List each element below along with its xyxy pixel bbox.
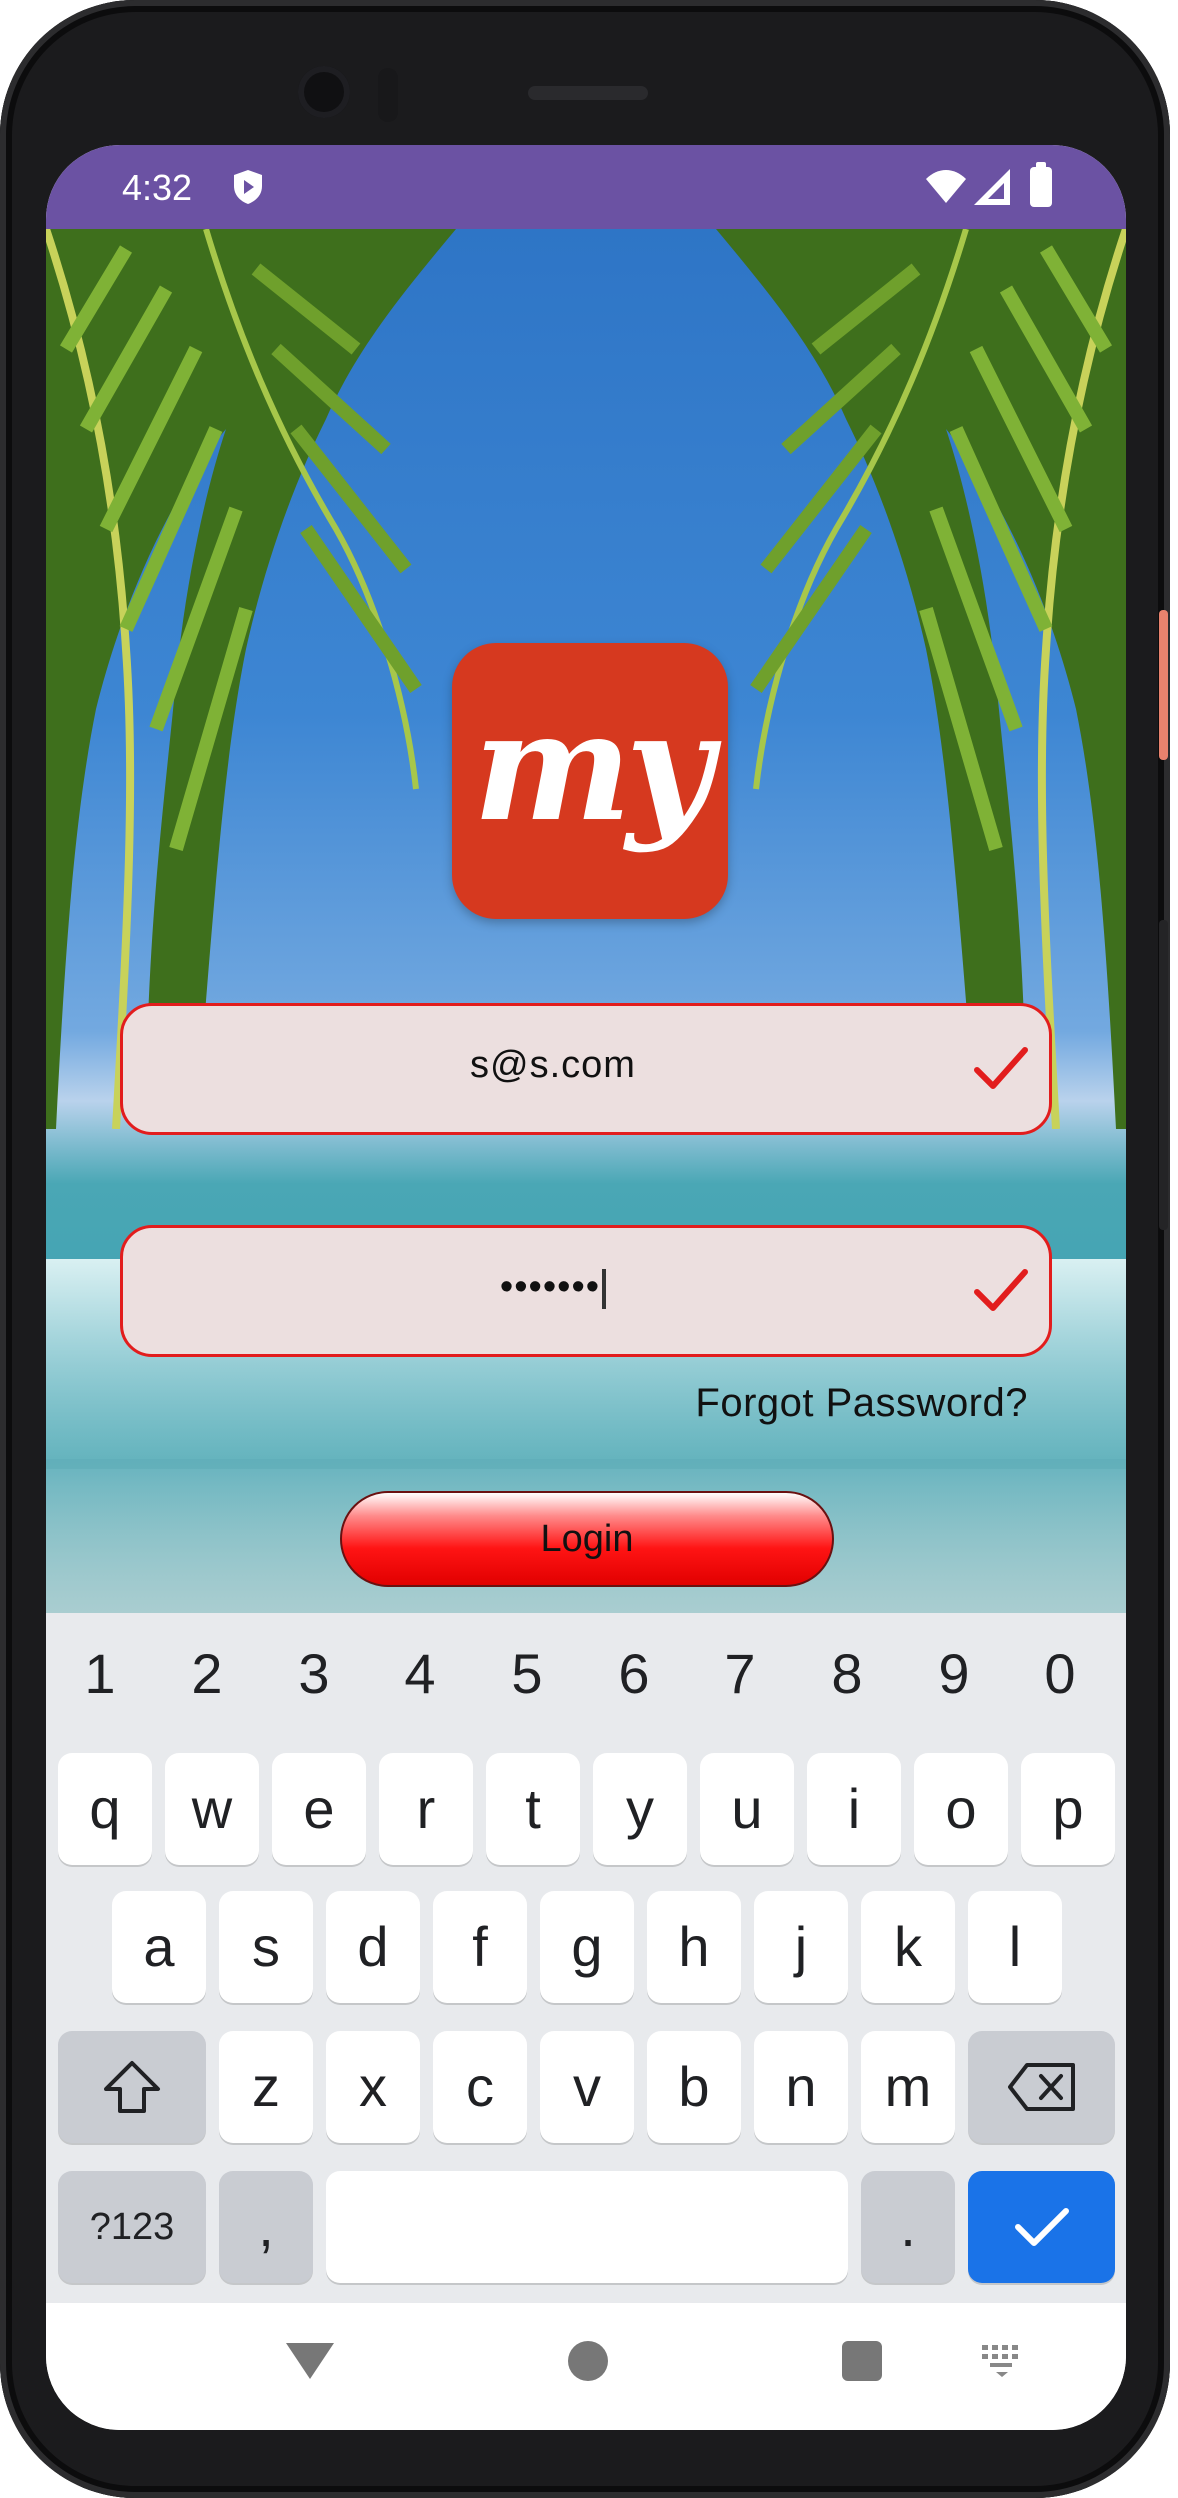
- recents-icon[interactable]: [840, 2339, 884, 2383]
- status-time: 4:32: [122, 167, 193, 208]
- checkmark-icon: [974, 1047, 1028, 1089]
- key-y[interactable]: y: [593, 1753, 687, 1865]
- key-w[interactable]: w: [165, 1753, 259, 1865]
- key-t[interactable]: t: [486, 1753, 580, 1865]
- comma-key[interactable]: ,: [219, 2171, 313, 2283]
- login-button[interactable]: Login: [340, 1491, 834, 1587]
- email-field[interactable]: s@s.com: [120, 1003, 1052, 1135]
- shift-icon: [104, 2061, 160, 2113]
- login-screen: my s@s.com ••••••• Forgot Password? Logi…: [46, 229, 1126, 1613]
- keyboard-number-row: 1 2 3 4 5 6 7 8 9 0: [46, 1641, 1126, 1721]
- key-5[interactable]: 5: [487, 1641, 567, 1706]
- key-u[interactable]: u: [700, 1753, 794, 1865]
- key-i[interactable]: i: [807, 1753, 901, 1865]
- key-2[interactable]: 2: [167, 1641, 247, 1706]
- key-1[interactable]: 1: [60, 1641, 140, 1706]
- cell-signal-icon: [974, 169, 1010, 205]
- period-key[interactable]: .: [861, 2171, 955, 2283]
- front-camera: [298, 66, 350, 118]
- key-h[interactable]: h: [647, 1891, 741, 2003]
- earpiece-speaker: [528, 86, 648, 100]
- palm-tree-right: [716, 229, 1126, 1129]
- phone-frame: 4:32 my s@s.com ••••••• Forgot Password?…: [0, 0, 1170, 2498]
- key-q[interactable]: q: [58, 1753, 152, 1865]
- key-c[interactable]: c: [433, 2031, 527, 2143]
- shield-icon: [234, 170, 262, 204]
- check-icon: [1014, 2208, 1069, 2246]
- key-s[interactable]: s: [219, 1891, 313, 2003]
- soft-keyboard: 1 2 3 4 5 6 7 8 9 0 q w e r t y u i o p: [46, 1613, 1126, 2303]
- key-9[interactable]: 9: [914, 1641, 994, 1706]
- key-b[interactable]: b: [647, 2031, 741, 2143]
- volume-button: [1159, 920, 1168, 1230]
- key-7[interactable]: 7: [700, 1641, 780, 1706]
- key-f[interactable]: f: [433, 1891, 527, 2003]
- key-x[interactable]: x: [326, 2031, 420, 2143]
- email-input-value[interactable]: s@s.com: [123, 1044, 983, 1087]
- symbols-key[interactable]: ?123: [58, 2171, 206, 2283]
- home-icon[interactable]: [566, 2339, 610, 2383]
- enter-key[interactable]: [968, 2171, 1115, 2283]
- battery-icon: [1030, 162, 1052, 207]
- key-3[interactable]: 3: [274, 1641, 354, 1706]
- password-input-value: •••••••: [499, 1266, 601, 1308]
- key-k[interactable]: k: [861, 1891, 955, 2003]
- key-8[interactable]: 8: [807, 1641, 887, 1706]
- navigation-bar: [46, 2303, 1126, 2430]
- key-r[interactable]: r: [379, 1753, 473, 1865]
- checkmark-icon: [974, 1269, 1028, 1311]
- proximity-sensor: [378, 68, 398, 122]
- key-m[interactable]: m: [861, 2031, 955, 2143]
- key-4[interactable]: 4: [380, 1641, 460, 1706]
- palm-tree-left: [46, 229, 456, 1129]
- key-e[interactable]: e: [272, 1753, 366, 1865]
- key-j[interactable]: j: [754, 1891, 848, 2003]
- app-logo-text: my: [473, 679, 713, 855]
- key-p[interactable]: p: [1021, 1753, 1115, 1865]
- key-n[interactable]: n: [754, 2031, 848, 2143]
- key-g[interactable]: g: [540, 1891, 634, 2003]
- key-0[interactable]: 0: [1020, 1641, 1100, 1706]
- text-cursor: [602, 1268, 607, 1309]
- app-logo: my: [452, 643, 728, 919]
- key-z[interactable]: z: [219, 2031, 313, 2143]
- shift-key[interactable]: [58, 2031, 206, 2143]
- backspace-icon: [1007, 2063, 1075, 2111]
- back-icon[interactable]: [282, 2339, 338, 2383]
- wifi-icon: [926, 170, 966, 203]
- keyboard-switch-icon[interactable]: [980, 2343, 1024, 2379]
- key-v[interactable]: v: [540, 2031, 634, 2143]
- status-bar: 4:32: [46, 145, 1126, 229]
- power-button: [1159, 610, 1168, 760]
- key-a[interactable]: a: [112, 1891, 206, 2003]
- password-field[interactable]: •••••••: [120, 1225, 1052, 1357]
- forgot-password-link[interactable]: Forgot Password?: [695, 1381, 1028, 1426]
- backspace-key[interactable]: [968, 2031, 1115, 2143]
- spacebar[interactable]: [326, 2171, 848, 2283]
- key-6[interactable]: 6: [594, 1641, 674, 1706]
- key-o[interactable]: o: [914, 1753, 1008, 1865]
- screen: 4:32 my s@s.com ••••••• Forgot Password?…: [46, 145, 1126, 2430]
- password-input-wrap[interactable]: •••••••: [123, 1266, 983, 1309]
- key-l[interactable]: l: [968, 1891, 1062, 2003]
- key-d[interactable]: d: [326, 1891, 420, 2003]
